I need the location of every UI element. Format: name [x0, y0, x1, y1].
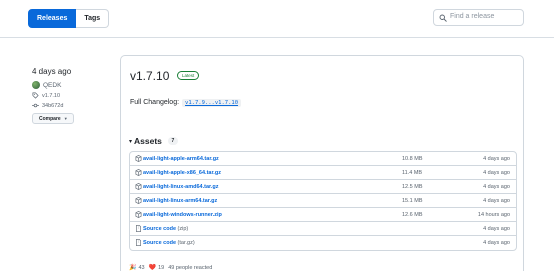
release-title[interactable]: v1.7.10 — [130, 69, 169, 83]
compare-button[interactable]: Compare ▼ — [32, 113, 74, 124]
asset-size: 11.4 MB — [402, 170, 423, 176]
reaction-count: 43 — [138, 264, 145, 271]
commit-label: 34b672d — [42, 102, 64, 109]
chevron-down-icon: ▼ — [63, 116, 68, 121]
asset-name[interactable]: avail-light-apple-x86_64.tar.gz — [143, 166, 221, 180]
package-icon — [135, 155, 142, 162]
full-changelog: Full Changelog: v1.7.9...v1.7.10 — [130, 99, 242, 107]
asset-time: 4 days ago — [483, 170, 510, 176]
file-zip-icon — [136, 225, 141, 232]
asset-row[interactable]: avail-light-apple-arm64.tar.gz 10.8 MB 4… — [130, 152, 516, 166]
reaction-hooray[interactable]: 🎉 43 — [129, 264, 145, 271]
assets-list: avail-light-apple-arm64.tar.gz 10.8 MB 4… — [129, 151, 517, 251]
find-release-input[interactable]: Find a release — [433, 9, 524, 26]
file-zip-icon — [136, 239, 141, 246]
package-icon — [135, 197, 142, 204]
asset-name[interactable]: avail-light-apple-arm64.tar.gz — [143, 152, 219, 166]
asset-size: 15.1 MB — [402, 198, 423, 204]
reactions-bar: 🎉 43 ❤️ 19 49 people reacted — [129, 264, 212, 271]
reaction-heart[interactable]: ❤️ 19 — [149, 264, 165, 271]
tab-tags[interactable]: Tags — [76, 9, 110, 28]
tab-releases[interactable]: Releases — [28, 9, 77, 28]
asset-name[interactable]: avail-light-linux-amd64.tar.gz — [143, 180, 219, 194]
hooray-icon: 🎉 — [129, 265, 137, 271]
package-icon — [135, 211, 142, 218]
search-icon — [439, 14, 447, 22]
tag-label: v1.7.10 — [42, 92, 61, 99]
package-icon — [135, 169, 142, 176]
reaction-count: 19 — [158, 264, 165, 271]
asset-time: 4 days ago — [483, 198, 510, 204]
asset-time: 4 days ago — [483, 184, 510, 190]
source-code-label: Source code — [143, 226, 177, 232]
latest-badge: Latest — [177, 71, 200, 80]
source-code-label: Source code — [143, 240, 177, 246]
release-card: v1.7.10 Latest Full Changelog: v1.7.9...v… — [120, 55, 524, 271]
release-date: 4 days ago — [32, 67, 72, 76]
heart-icon: ❤️ — [148, 265, 157, 271]
asset-name[interactable]: Source code (tar.gz) — [143, 236, 195, 250]
asset-time: 14 hours ago — [477, 212, 510, 218]
asset-time: 4 days ago — [483, 240, 510, 246]
asset-size: 10.8 MB — [402, 156, 423, 162]
asset-row[interactable]: avail-light-linux-amd64.tar.gz 12.5 MB 4… — [130, 180, 516, 194]
asset-row[interactable]: Source code (zip) 4 days ago — [130, 222, 516, 236]
asset-time: 4 days ago — [483, 226, 510, 232]
author-name: QEDK — [43, 81, 62, 89]
asset-time: 4 days ago — [483, 156, 510, 162]
avatar — [32, 81, 40, 89]
source-format: (tar.gz) — [177, 240, 195, 246]
compare-label: Compare — [39, 116, 61, 122]
reacted-summary: 49 people reacted — [168, 264, 213, 271]
assets-toggle[interactable]: ▾ Assets 7 — [129, 136, 178, 146]
asset-row[interactable]: avail-light-windows-runner.zip 12.6 MB 1… — [130, 208, 516, 222]
release-tag[interactable]: v1.7.10 — [32, 92, 112, 99]
changelog-label: Full Changelog: — [130, 99, 180, 106]
commit-icon — [32, 103, 39, 108]
top-bar: Releases Tags Find a release — [0, 0, 554, 38]
changelog-link[interactable]: v1.7.9...v1.7.10 — [182, 99, 242, 107]
package-icon — [135, 183, 142, 190]
release-author[interactable]: QEDK — [32, 81, 112, 89]
release-commit[interactable]: 34b672d — [32, 102, 112, 109]
asset-size: 12.5 MB — [402, 184, 423, 190]
asset-size: 12.6 MB — [402, 212, 423, 218]
release-sidebar: 4 days ago QEDK v1.7.10 34b672d Compare ▼ — [32, 67, 112, 124]
tag-icon — [32, 92, 39, 99]
asset-name[interactable]: avail-light-windows-runner.zip — [143, 208, 222, 222]
source-format: (zip) — [177, 226, 189, 232]
search-placeholder: Find a release — [450, 13, 495, 20]
asset-name[interactable]: Source code (zip) — [143, 222, 188, 236]
asset-row[interactable]: Source code (tar.gz) 4 days ago — [130, 236, 516, 250]
releases-tags-tabs: Releases Tags — [28, 9, 110, 28]
triangle-down-icon: ▾ — [129, 138, 133, 145]
asset-row[interactable]: avail-light-linux-arm64.tar.gz 15.1 MB 4… — [130, 194, 516, 208]
asset-name[interactable]: avail-light-linux-arm64.tar.gz — [143, 194, 217, 208]
assets-count: 7 — [167, 137, 178, 145]
asset-row[interactable]: avail-light-apple-x86_64.tar.gz 11.4 MB … — [130, 166, 516, 180]
assets-title: Assets — [134, 136, 162, 146]
